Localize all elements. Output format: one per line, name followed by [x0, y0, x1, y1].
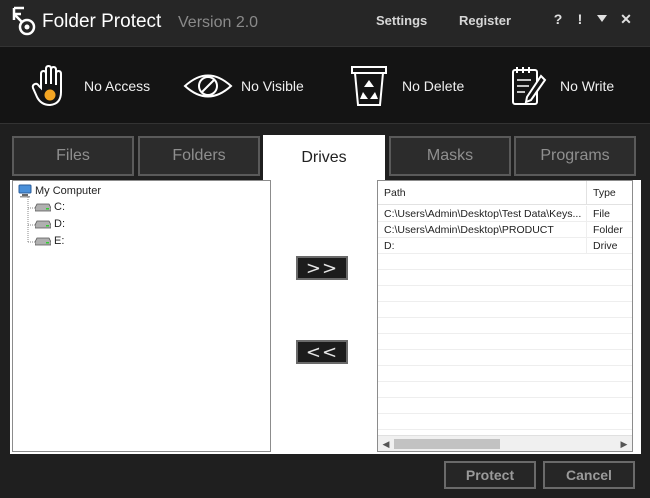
cancel-button[interactable]: Cancel	[543, 461, 635, 489]
list-row-empty	[378, 318, 632, 334]
mode-label: No Delete	[402, 78, 465, 94]
minimize-button[interactable]	[595, 11, 609, 27]
tab-programs[interactable]: Programs	[514, 136, 636, 176]
type-cell: Folder	[586, 222, 632, 238]
tree-node-my-computer[interactable]: My Computer	[18, 184, 101, 198]
help-button[interactable]: ?	[551, 11, 565, 27]
path-cell: C:\Users\Admin\Desktop\PRODUCT	[384, 224, 554, 236]
computer-icon	[18, 184, 32, 198]
list-row-empty	[378, 398, 632, 414]
list-row-empty	[378, 350, 632, 366]
title-bar: Folder Protect Version 2.0 Settings Regi…	[0, 0, 650, 46]
hand-icon	[31, 64, 62, 107]
tree-node-label: D:	[54, 218, 65, 230]
path-cell: D:	[384, 240, 395, 252]
list-row-empty	[378, 382, 632, 398]
recycle-bin-icon	[351, 66, 387, 106]
list-row-empty	[378, 366, 632, 382]
protect-button[interactable]: Protect	[444, 461, 536, 489]
drive-tree[interactable]: My Computer C: D: E:	[12, 180, 271, 452]
column-header-type[interactable]: Type	[586, 181, 632, 205]
hard-drive-icon	[35, 203, 51, 212]
app-version: Version 2.0	[178, 14, 259, 31]
tree-node-label: C:	[54, 201, 65, 213]
mode-no-visible[interactable]: No Visible	[183, 47, 304, 125]
mode-label: No Write	[560, 78, 615, 94]
mode-no-access[interactable]: No Access	[26, 47, 150, 125]
list-row-empty	[378, 414, 632, 430]
list-row-empty	[378, 286, 632, 302]
tab-masks[interactable]: Masks	[389, 136, 511, 176]
tab-drives[interactable]: Drives	[263, 135, 385, 181]
hard-drive-icon	[35, 237, 51, 246]
info-button[interactable]: !	[573, 11, 587, 27]
list-row-empty	[378, 302, 632, 318]
chevron-down-icon	[597, 15, 607, 22]
list-row-empty	[378, 270, 632, 286]
mode-label: No Visible	[241, 78, 304, 94]
close-button[interactable]: ✕	[619, 11, 633, 28]
scrollbar-thumb[interactable]	[394, 439, 500, 449]
list-header: Path Type	[378, 181, 632, 205]
type-cell: Drive	[586, 238, 632, 254]
app-title: Folder Protect	[42, 11, 162, 32]
tab-files[interactable]: Files	[12, 136, 134, 176]
hard-drive-icon	[35, 220, 51, 229]
tree-node-drive-c[interactable]: C:	[35, 201, 65, 213]
tree-node-drive-d[interactable]: D:	[35, 218, 65, 230]
key-logo-icon	[12, 6, 36, 36]
settings-link[interactable]: Settings	[376, 13, 427, 28]
tree-node-drive-e[interactable]: E:	[35, 235, 64, 247]
column-header-path[interactable]: Path	[378, 181, 586, 205]
eye-icon	[183, 74, 233, 98]
tree-node-label: My Computer	[35, 185, 102, 197]
list-row[interactable]: C:\Users\Admin\Desktop\PRODUCT Folder	[378, 222, 632, 238]
mode-no-write[interactable]: No Write	[502, 47, 614, 125]
register-link[interactable]: Register	[459, 13, 511, 28]
type-cell: File	[586, 206, 632, 222]
add-button[interactable]: >>	[296, 256, 348, 280]
list-row[interactable]: C:\Users\Admin\Desktop\Test Data\Keys...…	[378, 206, 632, 222]
scroll-right-icon[interactable]: ▶	[616, 436, 632, 451]
protected-items-list[interactable]: Path Type C:\Users\Admin\Desktop\Test Da…	[377, 180, 633, 452]
horizontal-scrollbar[interactable]: ◀ ▶	[378, 435, 632, 451]
list-row[interactable]: D: Drive	[378, 238, 632, 254]
mode-label: No Access	[84, 78, 151, 94]
scroll-left-icon[interactable]: ◀	[378, 436, 394, 451]
list-row-empty	[378, 254, 632, 270]
remove-button[interactable]: <<	[296, 340, 348, 364]
tab-folders[interactable]: Folders	[138, 136, 260, 176]
tree-node-label: E:	[54, 235, 65, 247]
path-cell: C:\Users\Admin\Desktop\Test Data\Keys...	[384, 208, 582, 220]
mode-no-delete[interactable]: No Delete	[344, 47, 464, 125]
protection-mode-toolbar: No Access No Visible No Delete No Write	[0, 46, 650, 124]
list-row-empty	[378, 334, 632, 350]
notepad-pen-icon	[512, 67, 547, 105]
